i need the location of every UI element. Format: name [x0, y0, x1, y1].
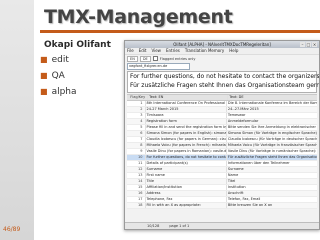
row-number: 17 — [138, 197, 143, 201]
source-cell: 8th International Conference On Professi… — [144, 101, 226, 106]
source-cell: Simona Simon (for papers in English): si… — [144, 131, 226, 136]
bullet-item: ■ QA — [40, 71, 65, 81]
column-target[interactable]: Text: DE — [227, 95, 317, 100]
row-number: 2 — [140, 107, 143, 111]
target-cell: Name — [225, 173, 317, 178]
page-number: 46/89 — [3, 226, 21, 233]
target-cell: Die 8. Internationale Konferenz im Berei… — [225, 101, 317, 106]
segment-editor[interactable]: For further questions, do not hesitate t… — [127, 71, 319, 93]
filter-bar: EN DE Flagged entries only — [125, 55, 319, 62]
row-number: 13 — [138, 173, 143, 177]
entries-grid: 1 8th International Conference On Profess… — [127, 101, 317, 209]
grid-header: Flag/Key Text: EN Text: DE — [127, 94, 317, 101]
window-titlebar[interactable]: Olifant [ALPHA] - NAlveritTMXDocTMRegele… — [125, 41, 319, 48]
target-cell: Simona Simon (für Vorträge in englischer… — [225, 131, 317, 136]
window-controls: – □ × — [300, 42, 317, 47]
source-cell: Timisoara — [144, 113, 226, 118]
menu-help[interactable]: Help — [229, 48, 238, 54]
minimize-icon[interactable]: – — [300, 42, 305, 47]
row-number: 10 — [138, 155, 143, 159]
source-cell: Please fill in and send the registration… — [144, 125, 226, 130]
column-source[interactable]: Text: EN — [147, 95, 227, 100]
target-cell: Anschrift — [225, 191, 317, 196]
menu-edit[interactable]: Edit — [139, 48, 147, 54]
bullet-list: ■ edit ■ QA ■ alpha — [40, 52, 77, 100]
target-cell: Mihaela Voicu (für Vorträge in französis… — [225, 143, 317, 148]
target-cell: Claudia Icobescu (für Vorträge in deutsc… — [225, 137, 317, 142]
bullet-icon: ■ — [40, 71, 48, 80]
row-number: 16 — [138, 191, 143, 195]
slide-subtitle: Okapi Olifant — [44, 40, 111, 50]
row-number: 6 — [140, 131, 143, 135]
menu-translation-memory[interactable]: Translation Memory — [185, 48, 224, 54]
source-cell: Registration form — [144, 119, 226, 124]
row-number: 1 — [140, 101, 143, 105]
row-number: 12 — [138, 167, 143, 171]
find-input[interactable]: vegfont_fixlgrer.en.de — [127, 63, 190, 70]
source-cell: Title — [144, 179, 226, 184]
slide-sidebar: 46/89 — [0, 0, 34, 240]
row-number: 5 — [140, 125, 143, 129]
target-cell: Telefon, Fax, Email — [225, 197, 317, 202]
row-number: 11 — [138, 161, 143, 165]
status-position: 10/128 — [147, 224, 160, 228]
source-cell: Details of participant(s) — [144, 161, 226, 166]
source-cell: Telephone, Fax — [144, 197, 226, 202]
target-segment-text[interactable]: Für zusätzliche Fragen steht Ihnen das O… — [130, 81, 319, 90]
row-number: 8 — [140, 143, 143, 147]
row-number: 14 — [138, 179, 143, 183]
target-cell: Temeswar — [225, 113, 317, 118]
bullet-item: ■ alpha — [40, 87, 77, 97]
row-number: 7 — [140, 137, 143, 141]
target-cell: Für zusätzliche Fragen steht Ihnen das O… — [225, 155, 317, 160]
target-cell: Bitte senden Sie Ihre Anmeldung in elekt… — [225, 125, 317, 130]
bullet-item: ■ edit — [40, 55, 69, 65]
target-cell: Titel — [225, 179, 317, 184]
row-number: 3 — [140, 113, 143, 117]
status-bar: 10/128 page 1 of 1 — [125, 222, 319, 229]
row-number: 15 — [138, 185, 143, 189]
row-number: 18 — [138, 203, 143, 207]
slide-title: TMX-Management — [44, 6, 233, 28]
table-row[interactable]: 18 Fill in with an X as appropriate: Bitte… — [127, 203, 317, 209]
olifant-window: Olifant [ALPHA] - NAlveritTMXDocTMRegele… — [124, 40, 320, 230]
source-cell: For further questions, do not hesitate t… — [144, 155, 226, 160]
maximize-icon[interactable]: □ — [306, 42, 311, 47]
source-cell: 24-27 March 2015 — [144, 107, 226, 112]
menu-file[interactable]: File — [127, 48, 134, 54]
source-language-select[interactable]: EN — [127, 55, 138, 62]
close-icon[interactable]: × — [312, 42, 317, 47]
bullet-icon: ■ — [40, 55, 48, 64]
column-flag-key[interactable]: Flag/Key — [127, 95, 147, 100]
target-cell: Vasile Dinu (für Vorträge in rumänischer… — [225, 149, 317, 154]
target-cell: Informationen über den Teilnehmer — [225, 161, 317, 166]
flagged-only-checkbox[interactable] — [152, 56, 158, 61]
source-cell: Vasile Dinu (for papers in Romanian): va… — [144, 149, 226, 154]
source-cell: Affiliation/Institution — [144, 185, 226, 190]
menu-entries[interactable]: Entries — [166, 48, 180, 54]
target-cell: Anmeldeformular — [225, 119, 317, 124]
source-segment-text[interactable]: For further questions, do not hesitate t… — [130, 72, 319, 81]
row-number: 4 — [140, 119, 143, 123]
source-cell: Address — [144, 191, 226, 196]
flagged-only-label: Flagged entries only — [159, 56, 196, 61]
source-cell: Mihaela Voicu (for papers in French): mi… — [144, 143, 226, 148]
target-cell: Surname — [225, 167, 317, 172]
window-title: Olifant [ALPHA] - NAlveritTMXDocTMRegele… — [173, 42, 271, 47]
source-cell: First name — [144, 173, 226, 178]
bullet-icon: ■ — [40, 87, 48, 96]
source-cell: Fill in with an X as appropriate: — [144, 203, 226, 208]
target-cell: Institution — [225, 185, 317, 190]
title-underline — [40, 30, 320, 33]
target-cell: 24.-27.März 2015 — [225, 107, 317, 112]
menu-bar: File Edit View Entries Translation Memor… — [125, 48, 319, 55]
target-cell: Bitte kreuzen Sie an X an — [225, 203, 317, 208]
menu-view[interactable]: View — [151, 48, 161, 54]
row-number: 9 — [140, 149, 143, 153]
source-cell: Surname — [144, 167, 226, 172]
target-language-select[interactable]: DE — [139, 55, 151, 62]
source-cell: Claudia Icobescu (for papers in German):… — [144, 137, 226, 142]
status-page: page 1 of 1 — [169, 224, 190, 228]
